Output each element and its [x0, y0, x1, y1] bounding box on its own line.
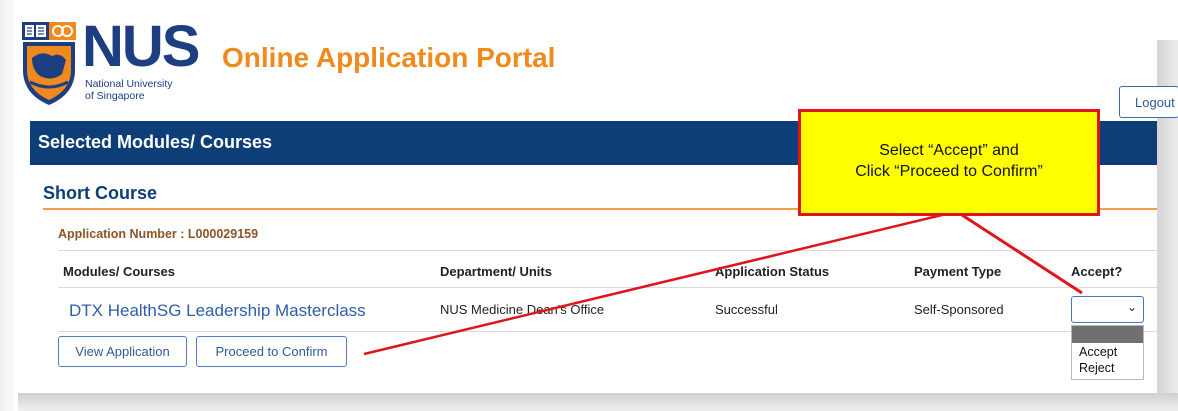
payment-type-cell: Self-Sponsored	[914, 302, 1004, 317]
dropdown-option-blank[interactable]	[1072, 326, 1143, 343]
view-application-button[interactable]: View Application	[58, 336, 187, 367]
subsection-title: Short Course	[43, 183, 158, 203]
callout-text: Select “Accept” and Click “Proceed to Co…	[801, 140, 1097, 182]
logo-subtitle: National University of Singapore	[85, 78, 173, 102]
logo-wordmark: NUS	[82, 14, 200, 79]
nus-logo[interactable]: NUS National University of Singapore	[22, 18, 200, 107]
column-header-status: Application Status	[715, 264, 830, 279]
department-cell: NUS Medicine Dean's Office	[440, 302, 605, 317]
dropdown-option-reject[interactable]: Reject	[1079, 361, 1114, 375]
dropdown-option-accept[interactable]: Accept	[1079, 345, 1117, 359]
frame-shadow-bottom	[18, 393, 1178, 411]
accept-dropdown-list: Accept Reject	[1071, 325, 1144, 380]
table-bottom-border	[58, 331, 1157, 332]
table-top-border	[58, 250, 1157, 251]
callout-line1: Select “Accept” and	[879, 142, 1019, 159]
nus-crest-icon	[22, 22, 76, 105]
callout-line2: Click “Proceed to Confirm”	[855, 163, 1043, 180]
table-header-border	[58, 287, 1157, 288]
column-header-accept: Accept?	[1071, 264, 1123, 279]
frame-shadow-left	[0, 0, 14, 411]
logout-button[interactable]: Logout	[1119, 86, 1178, 118]
status-cell: Successful	[715, 302, 778, 317]
accept-select[interactable]: ⌄	[1071, 296, 1144, 323]
chevron-down-icon: ⌄	[1126, 300, 1137, 314]
application-number: Application Number : L000029159	[58, 227, 259, 241]
page-title: Online Application Portal	[222, 42, 556, 73]
logo-subtitle-line1: National University	[85, 78, 173, 90]
instruction-callout: Select “Accept” and Click “Proceed to Co…	[798, 109, 1100, 216]
column-header-course: Modules/ Courses	[63, 264, 175, 279]
column-header-payment: Payment Type	[914, 264, 1002, 279]
logo-subtitle-line2: of Singapore	[85, 90, 145, 102]
course-link[interactable]: DTX HealthSG Leadership Masterclass	[69, 301, 366, 321]
proceed-to-confirm-button[interactable]: Proceed to Confirm	[196, 336, 347, 367]
section-title: Selected Modules/ Courses	[38, 132, 273, 152]
column-header-department: Department/ Units	[440, 264, 552, 279]
